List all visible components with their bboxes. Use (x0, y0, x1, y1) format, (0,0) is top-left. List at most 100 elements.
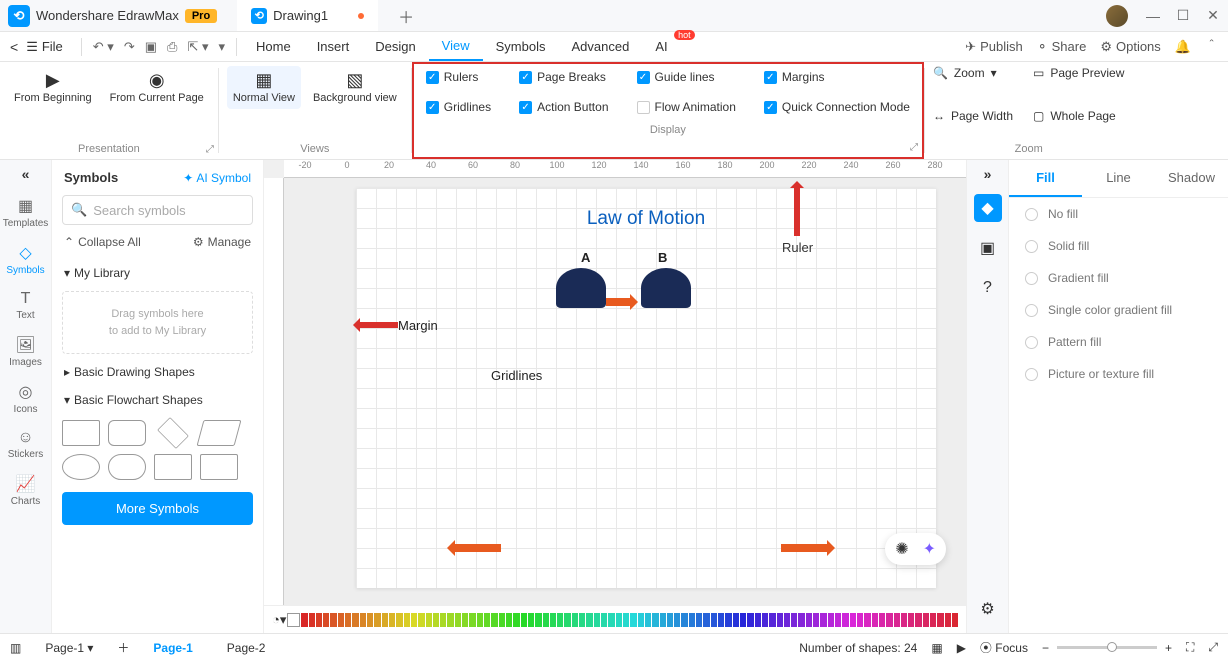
undo-button[interactable]: ↶ ▾ (93, 39, 114, 55)
color-swatch[interactable] (433, 613, 439, 627)
color-swatch[interactable] (506, 613, 512, 627)
zoom-out-button[interactable]: − (1042, 641, 1049, 655)
shape-rect[interactable] (62, 420, 100, 446)
tab-fill[interactable]: Fill (1009, 160, 1082, 197)
tab-shadow[interactable]: Shadow (1155, 160, 1228, 197)
minimize-button[interactable]: — (1138, 8, 1168, 24)
color-swatch[interactable] (850, 613, 856, 627)
color-swatch[interactable] (857, 613, 863, 627)
color-swatch[interactable] (842, 613, 848, 627)
menu-ai[interactable]: AIhot (642, 32, 680, 61)
color-swatch[interactable] (484, 613, 490, 627)
color-swatch[interactable] (930, 613, 936, 627)
color-swatch[interactable] (426, 613, 432, 627)
help-icon[interactable]: ? (974, 274, 1002, 302)
color-swatch[interactable] (733, 613, 739, 627)
color-swatch[interactable] (703, 613, 709, 627)
color-swatch[interactable] (747, 613, 753, 627)
canvas[interactable]: Law of Motion A B Margin Gridlines Ruler… (284, 178, 966, 605)
page-breaks-checkbox[interactable]: ✓Page Breaks (519, 70, 608, 84)
rulers-checkbox[interactable]: ✓Rulers (426, 70, 491, 84)
more-icon[interactable]: ▾ (218, 39, 225, 55)
page-list-icon[interactable]: ▥ (10, 641, 21, 655)
color-swatch[interactable] (521, 613, 527, 627)
shape-hexagon[interactable] (154, 454, 192, 480)
color-swatch[interactable] (301, 613, 307, 627)
drop-zone[interactable]: Drag symbols here to add to My Library (62, 291, 253, 354)
tab-line[interactable]: Line (1082, 160, 1155, 197)
color-swatch[interactable] (660, 613, 666, 627)
color-swatch[interactable] (382, 613, 388, 627)
play-icon[interactable]: ▶ (957, 641, 966, 655)
color-swatch[interactable] (864, 613, 870, 627)
color-swatch[interactable] (477, 613, 483, 627)
section-basic-drawing[interactable]: ▸ Basic Drawing Shapes (52, 358, 263, 386)
color-swatch[interactable] (769, 613, 775, 627)
background-view-button[interactable]: ▧ Background view (307, 66, 403, 109)
menu-home[interactable]: Home (243, 32, 304, 61)
page-title[interactable]: Law of Motion (356, 208, 936, 230)
color-swatch[interactable] (879, 613, 885, 627)
whole-page-button[interactable]: ▢Whole Page (1033, 109, 1124, 123)
color-swatch[interactable] (886, 613, 892, 627)
page-preview-button[interactable]: ▭Page Preview (1033, 66, 1124, 80)
color-swatch[interactable] (411, 613, 417, 627)
color-swatch[interactable] (572, 613, 578, 627)
rail-icons[interactable]: ◎Icons (0, 376, 51, 421)
color-swatch[interactable] (586, 613, 592, 627)
color-swatch[interactable] (447, 613, 453, 627)
layout-icon[interactable]: ▦ (931, 641, 942, 655)
guide-lines-checkbox[interactable]: ✓Guide lines (637, 70, 736, 84)
opt-no-fill[interactable]: No fill (1009, 198, 1228, 230)
menu-view[interactable]: View (429, 32, 483, 61)
maximize-button[interactable]: ☐ (1168, 7, 1198, 24)
color-swatch[interactable] (689, 613, 695, 627)
color-swatch[interactable] (418, 613, 424, 627)
color-swatch[interactable] (711, 613, 717, 627)
fullscreen-icon[interactable]: ⤢ (1208, 640, 1218, 655)
opt-single-gradient[interactable]: Single color gradient fill (1009, 294, 1228, 326)
section-basic-flowchart[interactable]: ▾ Basic Flowchart Shapes (52, 386, 263, 414)
collapse-all-button[interactable]: ⌃ Collapse All (64, 235, 141, 249)
color-swatch[interactable] (652, 613, 658, 627)
color-swatch[interactable] (945, 613, 951, 627)
color-swatch[interactable] (579, 613, 585, 627)
rail-stickers[interactable]: ☺Stickers (0, 423, 51, 466)
color-swatch[interactable] (791, 613, 797, 627)
color-swatch[interactable] (455, 613, 461, 627)
opt-pattern-fill[interactable]: Pattern fill (1009, 326, 1228, 358)
color-swatch[interactable] (784, 613, 790, 627)
color-swatch[interactable] (557, 613, 563, 627)
color-swatch[interactable] (594, 613, 600, 627)
color-swatch[interactable] (820, 613, 826, 627)
color-swatch[interactable] (491, 613, 497, 627)
color-swatch[interactable] (674, 613, 680, 627)
from-beginning-button[interactable]: ▶ From Beginning (8, 66, 98, 109)
menu-design[interactable]: Design (362, 32, 428, 61)
color-swatch[interactable] (528, 613, 534, 627)
file-menu[interactable]: ☰ File (26, 39, 63, 55)
color-swatch[interactable] (813, 613, 819, 627)
no-color-swatch[interactable] (287, 613, 300, 627)
shape-rounded[interactable] (108, 420, 146, 446)
chair-a[interactable] (556, 268, 606, 308)
color-swatch[interactable] (667, 613, 673, 627)
color-swatch[interactable] (952, 613, 958, 627)
brightness-icon[interactable]: ✺ (895, 539, 908, 559)
print-icon[interactable]: ⎙ (167, 39, 177, 55)
page-dropdown[interactable]: Page-1 ▾ (35, 637, 103, 659)
back-button[interactable]: < (10, 39, 18, 55)
color-swatch[interactable] (645, 613, 651, 627)
color-swatch[interactable] (696, 613, 702, 627)
user-avatar[interactable] (1106, 5, 1128, 27)
close-button[interactable]: ✕ (1198, 7, 1228, 24)
redo-button[interactable]: ↷ (124, 39, 135, 55)
shape-terminator[interactable] (108, 454, 146, 480)
color-swatch[interactable] (725, 613, 731, 627)
color-swatch[interactable] (616, 613, 622, 627)
color-swatch[interactable] (360, 613, 366, 627)
color-swatch[interactable] (316, 613, 322, 627)
new-tab-button[interactable]: ＋ (398, 4, 414, 28)
quick-connection-checkbox[interactable]: ✓Quick Connection Mode (764, 100, 910, 114)
color-swatch[interactable] (543, 613, 549, 627)
